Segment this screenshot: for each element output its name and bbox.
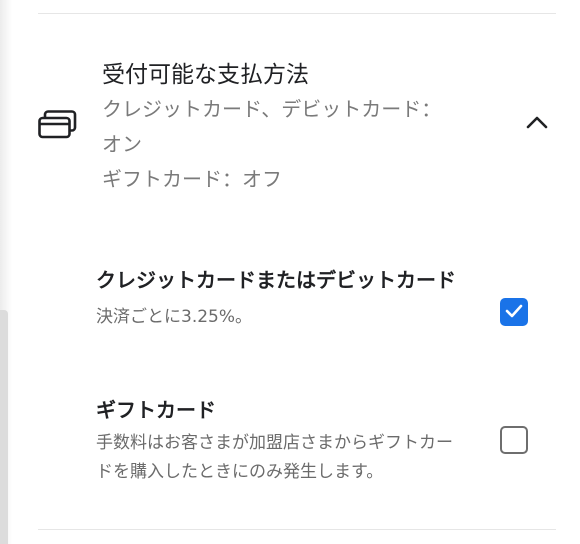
chevron-up-icon [525,114,549,134]
section-title: 受付可能な支払方法 [102,62,309,88]
summary-gift-status: ギフトカード：オフ [102,167,282,191]
accepted-payment-methods-header[interactable]: 受付可能な支払方法 クレジットカード、デビットカード： オン ギフトカード：オフ [38,40,556,210]
gift-card-option: ギフトカード 手数料はお客さまが加盟店さまからギフトカードを購入したときにのみ発… [96,393,556,487]
payment-cards-icon [38,110,78,140]
credit-debit-title: クレジットカードまたはデビットカード [96,268,456,292]
gift-card-title: ギフトカード [96,398,216,422]
summary-cards-status: クレジットカード、デビットカード： [102,97,442,121]
payment-methods-panel: 受付可能な支払方法 クレジットカード、デビットカード： オン ギフトカード：オフ… [0,0,580,544]
section-summary: クレジットカード、デビットカード： オン ギフトカード：オフ [102,92,482,197]
scrollbar[interactable] [0,310,8,544]
divider-top [38,13,556,14]
gift-card-fee: 手数料はお客さまが加盟店さまからギフトカードを購入したときにのみ発生します。 [96,433,453,482]
credit-debit-fee: 決済ごとに3.25%。 [96,307,253,327]
collapse-button[interactable] [522,112,552,136]
credit-debit-option: クレジットカードまたはデビットカード 決済ごとに3.25%。 [96,263,556,332]
summary-cards-status-value: オン [102,132,142,156]
divider-bottom [38,529,556,530]
check-icon [505,303,523,322]
credit-debit-checkbox[interactable] [500,298,528,326]
gift-card-checkbox[interactable] [500,426,528,454]
